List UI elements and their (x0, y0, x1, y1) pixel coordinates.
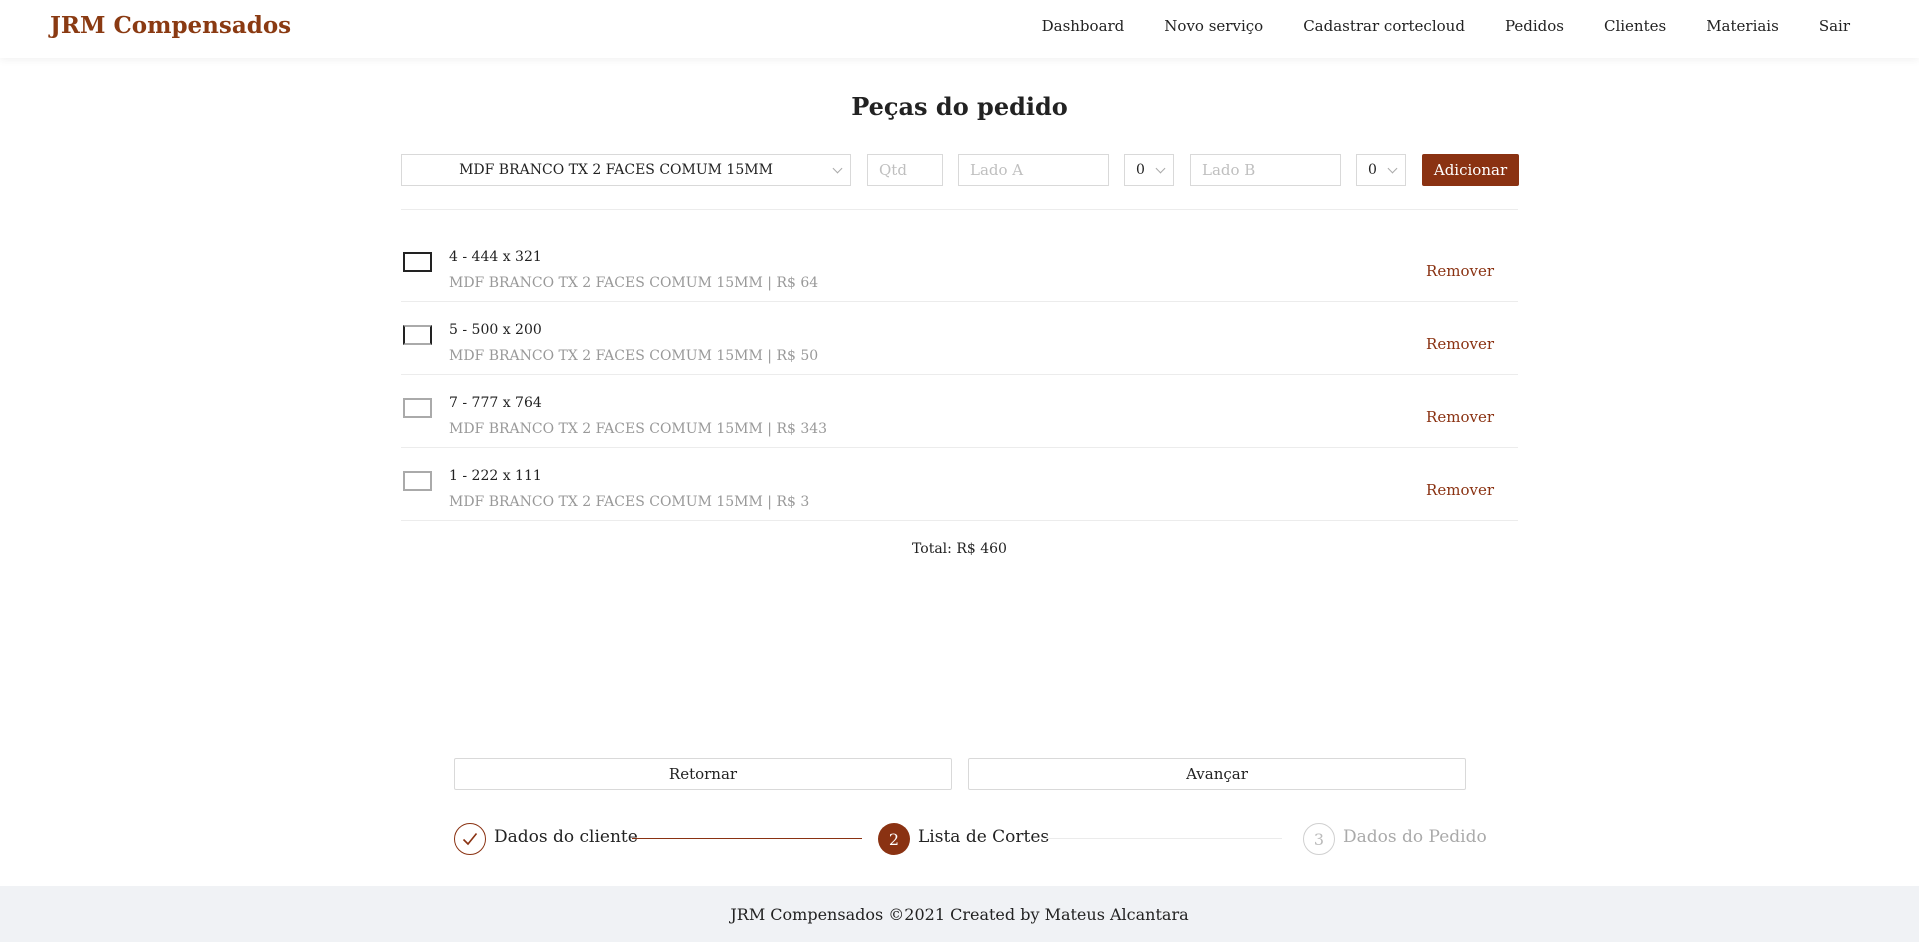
list-item: 5 - 500 x 200 MDF BRANCO TX 2 FACES COMU… (401, 302, 1518, 375)
lado-b-input[interactable]: Lado B (1190, 154, 1341, 186)
step-connector (632, 838, 862, 839)
nav-item-dashboard[interactable]: Dashboard (1042, 17, 1125, 35)
piece-shape-icon (403, 471, 432, 491)
piece-title: 1 - 222 x 111 (449, 468, 542, 484)
check-icon (454, 823, 486, 855)
lado-a-edge-value: 0 (1136, 162, 1145, 178)
lado-a-placeholder: Lado A (970, 161, 1024, 179)
lado-a-input[interactable]: Lado A (958, 154, 1109, 186)
nav-item-pedidos[interactable]: Pedidos (1505, 17, 1564, 35)
step-number-3: 3 (1303, 823, 1335, 855)
remove-piece-link[interactable]: Remover (1426, 262, 1494, 280)
piece-shape-icon (403, 398, 432, 418)
remove-piece-link[interactable]: Remover (1426, 481, 1494, 499)
step-connector (1044, 838, 1282, 839)
back-button[interactable]: Retornar (454, 758, 952, 790)
piece-description: MDF BRANCO TX 2 FACES COMUM 15MM | R$ 34… (449, 421, 828, 437)
nav-item-novo-servico[interactable]: Novo serviço (1164, 17, 1263, 35)
footer: JRM Compensados ©2021 Created by Mateus … (0, 886, 1919, 942)
remove-piece-link[interactable]: Remover (1426, 408, 1494, 426)
qtd-placeholder: Qtd (879, 161, 907, 179)
lado-b-placeholder: Lado B (1202, 161, 1256, 179)
next-button[interactable]: Avançar (968, 758, 1466, 790)
material-select[interactable]: MDF BRANCO TX 2 FACES COMUM 15MM (401, 154, 851, 186)
list-item: 7 - 777 x 764 MDF BRANCO TX 2 FACES COMU… (401, 375, 1518, 448)
remove-piece-link[interactable]: Remover (1426, 335, 1494, 353)
pieces-list: 4 - 444 x 321 MDF BRANCO TX 2 FACES COMU… (401, 229, 1518, 521)
divider (401, 209, 1518, 210)
nav-item-cadastrar-cortecloud[interactable]: Cadastrar cortecloud (1303, 17, 1465, 35)
list-item: 1 - 222 x 111 MDF BRANCO TX 2 FACES COMU… (401, 448, 1518, 521)
piece-description: MDF BRANCO TX 2 FACES COMUM 15MM | R$ 3 (449, 494, 810, 510)
qtd-input[interactable]: Qtd (867, 154, 943, 186)
chevron-down-icon (1387, 163, 1398, 174)
piece-shape-icon (403, 325, 432, 345)
list-item: 4 - 444 x 321 MDF BRANCO TX 2 FACES COMU… (401, 229, 1518, 302)
piece-title: 7 - 777 x 764 (449, 395, 542, 411)
nav-item-sair[interactable]: Sair (1819, 17, 1850, 35)
order-total: Total: R$ 460 (912, 541, 1007, 557)
progress-steps: Dados do cliente 2 Lista de Cortes 3 Dad… (454, 823, 1487, 855)
step-label-dados-cliente: Dados do cliente (494, 827, 638, 847)
chevron-down-icon (832, 163, 843, 174)
piece-description: MDF BRANCO TX 2 FACES COMUM 15MM | R$ 50 (449, 348, 819, 364)
piece-title: 5 - 500 x 200 (449, 322, 542, 338)
nav-item-materiais[interactable]: Materiais (1706, 17, 1779, 35)
piece-title: 4 - 444 x 321 (449, 249, 542, 265)
lado-b-edge-value: 0 (1368, 162, 1377, 178)
piece-shape-icon (403, 252, 432, 272)
brand-logo[interactable]: JRM Compensados (50, 12, 291, 39)
add-piece-button[interactable]: Adicionar (1422, 154, 1519, 186)
step-label-lista-cortes: Lista de Cortes (918, 827, 1050, 847)
piece-description: MDF BRANCO TX 2 FACES COMUM 15MM | R$ 64 (449, 275, 819, 291)
lado-b-edge-select[interactable]: 0 (1356, 154, 1406, 186)
step-label-dados-pedido: Dados do Pedido (1343, 827, 1487, 847)
material-select-value: MDF BRANCO TX 2 FACES COMUM 15MM (459, 162, 773, 178)
main-nav: Dashboard Novo serviço Cadastrar cortecl… (1042, 0, 1850, 52)
step-number-2: 2 (878, 823, 910, 855)
page-title: Peças do pedido (851, 92, 1068, 121)
chevron-down-icon (1155, 163, 1166, 174)
nav-item-clientes[interactable]: Clientes (1604, 17, 1666, 35)
lado-a-edge-select[interactable]: 0 (1124, 154, 1174, 186)
top-header: JRM Compensados Dashboard Novo serviço C… (0, 0, 1919, 58)
